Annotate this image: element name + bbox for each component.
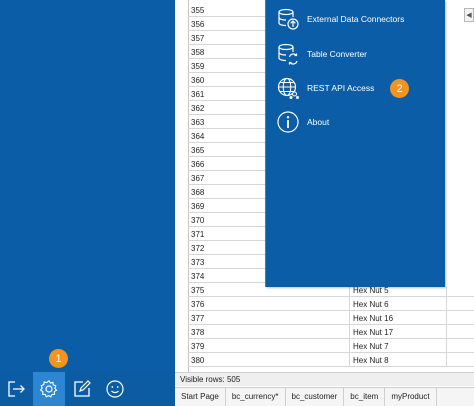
row-number: 366 bbox=[191, 160, 205, 169]
row-number: 372 bbox=[191, 244, 205, 253]
row-number: 368 bbox=[191, 188, 205, 197]
column-separator bbox=[446, 325, 447, 339]
step-badge-1: 1 bbox=[49, 349, 68, 368]
column-separator bbox=[446, 311, 447, 325]
row-number: 355 bbox=[191, 6, 205, 15]
table-row[interactable]: 377 Hex Nut 16 bbox=[188, 311, 474, 325]
gear-icon bbox=[39, 379, 59, 399]
table-row[interactable]: 378 Hex Nut 17 bbox=[188, 325, 474, 339]
tab-bc-customer[interactable]: bc_customer bbox=[286, 388, 345, 406]
exit-button[interactable] bbox=[0, 372, 32, 406]
item-cell[interactable]: Hex Nut 8 bbox=[353, 356, 389, 365]
menu-item-about[interactable]: About bbox=[266, 109, 446, 135]
feedback-button[interactable] bbox=[99, 372, 131, 406]
info-icon bbox=[276, 110, 300, 134]
edit-icon bbox=[72, 379, 92, 399]
ribbon-edge bbox=[445, 0, 474, 287]
settings-button[interactable] bbox=[33, 372, 65, 406]
row-number: 369 bbox=[191, 202, 205, 211]
item-cell[interactable]: Hex Nut 5 bbox=[353, 286, 389, 295]
row-number: 377 bbox=[191, 314, 205, 323]
table-row[interactable]: 379 Hex Nut 7 bbox=[188, 339, 474, 353]
edit-button[interactable] bbox=[66, 372, 98, 406]
row-number: 363 bbox=[191, 118, 205, 127]
row-number: 359 bbox=[191, 62, 205, 71]
row-number: 380 bbox=[191, 356, 205, 365]
database-convert-icon bbox=[276, 42, 300, 66]
menu-item-table-converter[interactable]: Table Converter bbox=[266, 41, 446, 67]
table-row[interactable]: 376 Hex Nut 6 bbox=[188, 297, 474, 311]
item-cell[interactable]: Hex Nut 17 bbox=[353, 328, 393, 337]
row-number: 362 bbox=[191, 104, 205, 113]
row-number: 378 bbox=[191, 328, 205, 337]
row-number: 376 bbox=[191, 300, 205, 309]
menu-item-external-data-connectors[interactable]: External Data Connectors bbox=[266, 6, 446, 32]
row-number: 375 bbox=[191, 286, 205, 295]
bottom-toolbar bbox=[0, 372, 175, 406]
item-cell[interactable]: Hex Nut 16 bbox=[353, 314, 393, 323]
tab-myproduct[interactable]: myProduct bbox=[385, 388, 437, 406]
scroll-left-button[interactable]: ◀ bbox=[464, 8, 474, 22]
tab-start-page[interactable]: Start Page bbox=[175, 388, 226, 406]
menu-item-label: About bbox=[307, 117, 330, 127]
column-separator bbox=[349, 339, 350, 353]
step-badge-2: 2 bbox=[390, 79, 409, 98]
smiley-icon bbox=[105, 379, 125, 399]
column-separator bbox=[349, 297, 350, 311]
column-separator bbox=[446, 339, 447, 353]
tab-bc-item[interactable]: bc_item bbox=[344, 388, 386, 406]
app-window: 355 356 357 358 359 360 361 362 363 364 365 366 367 3… bbox=[0, 0, 474, 406]
row-number: 357 bbox=[191, 34, 205, 43]
menu-item-label: REST API Access bbox=[307, 83, 375, 93]
menu-item-label: External Data Connectors bbox=[307, 14, 405, 24]
row-number: 360 bbox=[191, 76, 205, 85]
exit-icon bbox=[6, 379, 26, 399]
row-number: 365 bbox=[191, 146, 205, 155]
row-number: 356 bbox=[191, 20, 205, 29]
row-number: 364 bbox=[191, 132, 205, 141]
row-number: 370 bbox=[191, 216, 205, 225]
row-number: 358 bbox=[191, 48, 205, 57]
visible-rows-text: Visible rows: 505 bbox=[180, 375, 241, 384]
item-cell[interactable]: Hex Nut 6 bbox=[353, 300, 389, 309]
row-number: 371 bbox=[191, 230, 205, 239]
status-bar: Visible rows: 505 bbox=[175, 372, 474, 386]
globe-network-icon bbox=[276, 76, 300, 100]
settings-menu: External Data Connectors Table Converter bbox=[265, 0, 445, 287]
left-panel bbox=[0, 0, 175, 372]
item-cell[interactable]: Hex Nut 7 bbox=[353, 342, 389, 351]
sheet-tabs: Start Page bc_currency* bc_customer bc_i… bbox=[175, 387, 474, 406]
menu-item-label: Table Converter bbox=[307, 49, 368, 59]
database-upload-icon bbox=[276, 7, 300, 31]
menu-item-rest-api-access[interactable]: REST API Access bbox=[266, 75, 446, 101]
row-number: 361 bbox=[191, 90, 205, 99]
column-separator bbox=[349, 325, 350, 339]
table-row[interactable]: 380 Hex Nut 8 bbox=[188, 353, 474, 367]
column-separator bbox=[446, 297, 447, 311]
column-separator bbox=[446, 353, 447, 367]
row-number: 367 bbox=[191, 174, 205, 183]
row-number: 379 bbox=[191, 342, 205, 351]
column-separator bbox=[349, 311, 350, 325]
column-separator bbox=[349, 353, 350, 367]
tab-bc-currency[interactable]: bc_currency* bbox=[226, 388, 286, 406]
row-number: 373 bbox=[191, 258, 205, 267]
row-number: 374 bbox=[191, 272, 205, 281]
